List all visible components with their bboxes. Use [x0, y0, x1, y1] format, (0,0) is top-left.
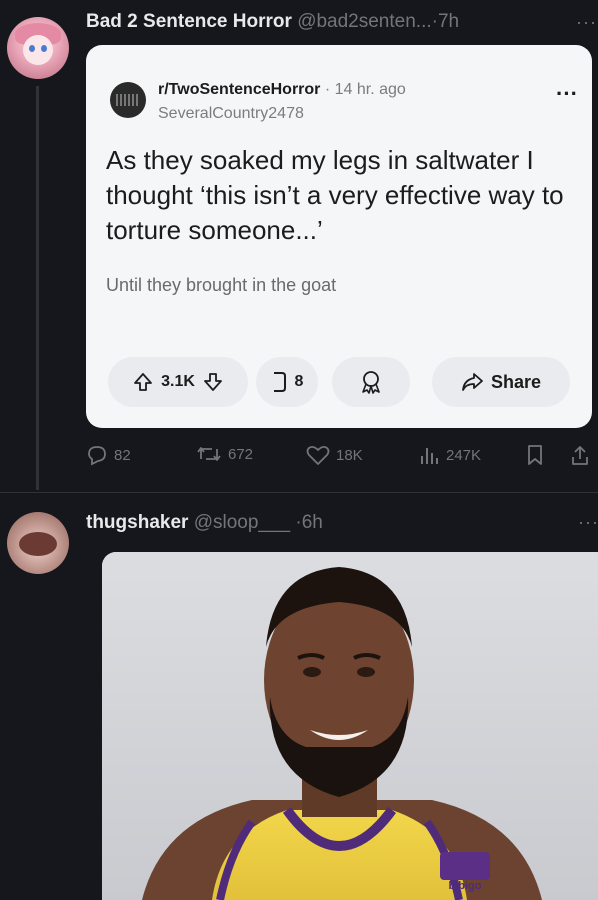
repost-icon — [197, 447, 221, 461]
views-icon — [421, 448, 438, 464]
subreddit-name: r/TwoSentenceHorror — [158, 81, 321, 98]
repost-count: 672 — [228, 445, 254, 463]
more-options-button[interactable]: ··· — [578, 512, 598, 533]
views-button[interactable]: 247K — [418, 444, 481, 466]
subreddit-avatar — [110, 82, 146, 118]
portrait-photo: bibigo — [102, 552, 598, 900]
bookmark-icon — [528, 445, 542, 465]
post-body: Until they brought in the goat — [106, 275, 337, 295]
user-handle[interactable]: @sloop___ — [194, 512, 290, 533]
avatar[interactable] — [7, 17, 69, 79]
comment-count: 8 — [294, 373, 304, 390]
tweet-action-bar: 82 672 18K 247K — [0, 440, 598, 470]
bookmark-button[interactable] — [526, 444, 544, 466]
reddit-post-card[interactable]: r/TwoSentenceHorror · 14 hr. ago Several… — [86, 45, 592, 428]
heart-icon — [306, 445, 330, 465]
display-name[interactable]: thugshaker — [86, 512, 188, 533]
vote-count: 3.1K — [161, 373, 195, 390]
thread-line — [36, 86, 39, 490]
vote-pill: 3.1K — [108, 357, 248, 407]
views-count: 247K — [446, 446, 482, 464]
tweet-header: Bad 2 Sentence Horror @bad2senten...·7h — [86, 11, 459, 33]
timeline: Bad 2 Sentence Horror @bad2senten...·7h … — [0, 0, 598, 900]
timestamp[interactable]: 6h — [302, 512, 323, 533]
upvote-icon — [134, 373, 152, 391]
like-count: 18K — [336, 446, 363, 464]
share-button: Share — [432, 357, 570, 407]
avatar[interactable] — [7, 512, 69, 574]
post-time: 14 hr. ago — [334, 81, 406, 98]
repost-button[interactable]: 672 — [196, 444, 253, 464]
post-author: SeveralCountry2478 — [158, 105, 304, 122]
timestamp[interactable]: 7h — [438, 11, 459, 32]
display-name[interactable]: Bad 2 Sentence Horror — [86, 11, 292, 32]
tweet-image[interactable]: bibigo — [102, 552, 598, 900]
reply-icon — [88, 446, 106, 466]
reply-button[interactable]: 82 — [86, 444, 131, 466]
share-tweet-button[interactable] — [570, 444, 590, 466]
jersey-logo-text: bibigo — [449, 880, 482, 892]
reply-count: 82 — [114, 446, 131, 464]
user-handle[interactable]: @bad2senten... — [297, 11, 431, 32]
post-title: As they soaked my legs in saltwater I th… — [106, 145, 564, 245]
tweet-divider — [0, 492, 598, 493]
post-meta: r/TwoSentenceHorror · 14 hr. ago — [158, 81, 406, 98]
share-icon — [462, 373, 483, 391]
share-up-icon — [572, 446, 588, 465]
tweet-header: thugshaker @sloop___ ·6h — [86, 512, 323, 534]
comment-icon — [273, 372, 286, 392]
more-options-button[interactable]: ··· — [576, 12, 597, 33]
award-pill — [332, 357, 410, 407]
like-button[interactable]: 18K — [306, 444, 363, 466]
award-icon — [362, 371, 380, 394]
comments-pill: 8 — [256, 357, 318, 407]
downvote-icon — [203, 373, 222, 391]
share-label: Share — [490, 371, 542, 392]
card-more-icon: ··· — [556, 81, 578, 106]
